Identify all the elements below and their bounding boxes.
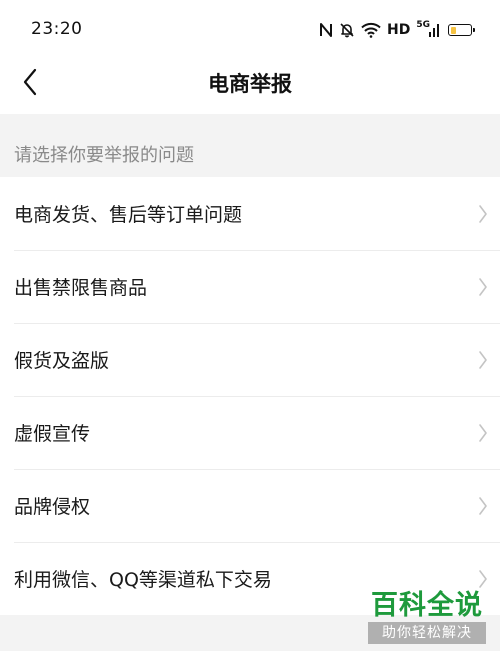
- watermark-main: 百科全说: [371, 590, 483, 621]
- status-bar: 23:20 HD 5G: [0, 0, 500, 58]
- report-option-false-advertising[interactable]: 虚假宣传: [0, 396, 500, 469]
- nav-bar: 电商举报: [0, 58, 500, 114]
- status-time: 23:20: [31, 19, 83, 39]
- report-option-prohibited-goods[interactable]: 出售禁限售商品: [0, 250, 500, 323]
- chevron-right-icon: [478, 569, 488, 589]
- chevron-right-icon: [478, 423, 488, 443]
- watermark-sub: 助你轻松解决: [368, 622, 486, 644]
- section-header: 请选择你要举报的问题: [0, 114, 500, 177]
- section-header-label: 请选择你要举报的问题: [14, 145, 194, 166]
- chevron-right-icon: [478, 350, 488, 370]
- list-item-label: 假货及盗版: [14, 350, 110, 372]
- list-item-label: 利用微信、QQ等渠道私下交易: [14, 569, 272, 591]
- network-label: 5G: [416, 19, 430, 30]
- report-option-order-issue[interactable]: 电商发货、售后等订单问题: [0, 177, 500, 250]
- nfc-icon: [319, 22, 333, 38]
- wifi-icon: [361, 22, 381, 38]
- chevron-right-icon: [478, 204, 488, 224]
- report-option-list: 电商发货、售后等订单问题 出售禁限售商品 假货及盗版 虚假宣传 品牌侵权 利用微…: [0, 177, 500, 615]
- list-item-label: 电商发货、售后等订单问题: [14, 204, 243, 226]
- list-item-label: 品牌侵权: [14, 496, 91, 518]
- watermark-logo: 百科全说 助你轻松解决: [368, 590, 486, 644]
- chevron-right-icon: [478, 496, 488, 516]
- signal-icon: 5G: [416, 19, 440, 38]
- chevron-right-icon: [478, 277, 488, 297]
- list-item-label: 虚假宣传: [14, 423, 91, 445]
- status-icons: HD 5G: [319, 19, 475, 41]
- hd-label: HD: [387, 22, 411, 38]
- battery-icon: [448, 24, 475, 36]
- bell-muted-icon: [339, 22, 355, 38]
- battery-fill: [450, 26, 457, 34]
- page-title: 电商举报: [208, 72, 292, 96]
- report-option-brand-infringement[interactable]: 品牌侵权: [0, 469, 500, 542]
- list-item-label: 出售禁限售商品: [14, 277, 148, 299]
- report-option-counterfeit[interactable]: 假货及盗版: [0, 323, 500, 396]
